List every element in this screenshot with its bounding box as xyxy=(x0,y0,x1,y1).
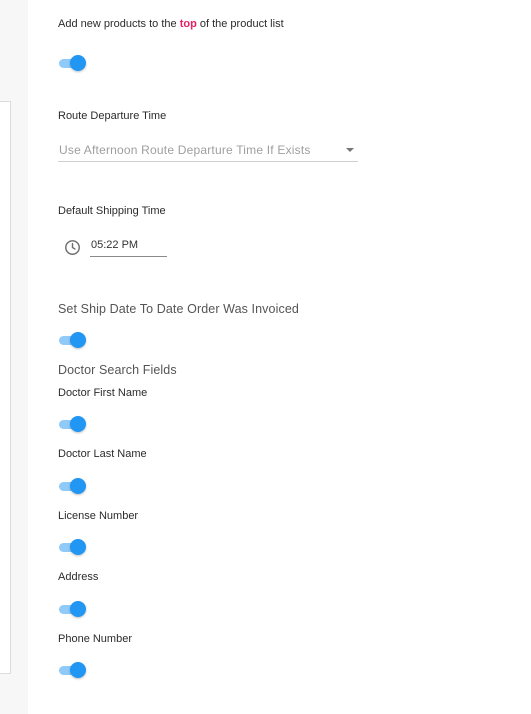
default-shipping-label: Default Shipping Time xyxy=(58,205,166,217)
license-number-label: License Number xyxy=(58,510,139,522)
doctor-last-name-toggle[interactable] xyxy=(59,478,86,494)
address-toggle[interactable] xyxy=(59,601,86,617)
toggle-knob xyxy=(70,539,86,555)
add-to-top-toggle[interactable] xyxy=(59,55,86,71)
license-number-toggle[interactable] xyxy=(59,539,86,555)
chevron-down-icon xyxy=(346,148,354,152)
ship-date-invoiced-toggle[interactable] xyxy=(59,332,86,348)
default-shipping-time-value: 05:22 PM xyxy=(91,239,139,251)
toggle-knob xyxy=(70,478,86,494)
clock-icon xyxy=(65,240,80,255)
toggle-knob xyxy=(70,601,86,617)
left-panel-edge xyxy=(0,101,11,674)
top-highlight: top xyxy=(179,18,197,30)
toggle-knob xyxy=(70,55,86,71)
default-shipping-time-input[interactable]: 05:22 PM xyxy=(90,237,167,257)
doctor-search-heading: Doctor Search Fields xyxy=(58,363,177,377)
ship-date-label: Set Ship Date To Date Order Was Invoiced xyxy=(58,302,299,316)
doctor-last-name-label: Doctor Last Name xyxy=(58,448,147,460)
add-products-label: Add new products to the top of the produ… xyxy=(58,18,284,30)
doctor-first-name-label: Doctor First Name xyxy=(58,387,148,399)
toggle-knob xyxy=(70,416,86,432)
toggle-knob xyxy=(70,662,86,678)
toggle-knob xyxy=(70,332,86,348)
route-departure-label: Route Departure Time xyxy=(58,110,167,122)
phone-number-label: Phone Number xyxy=(58,633,132,645)
route-departure-select[interactable]: Use Afternoon Route Departure Time If Ex… xyxy=(58,141,358,162)
doctor-first-name-toggle[interactable] xyxy=(59,416,86,432)
address-label: Address xyxy=(58,571,99,583)
phone-number-toggle[interactable] xyxy=(59,662,86,678)
route-departure-value: Use Afternoon Route Departure Time If Ex… xyxy=(59,143,311,157)
